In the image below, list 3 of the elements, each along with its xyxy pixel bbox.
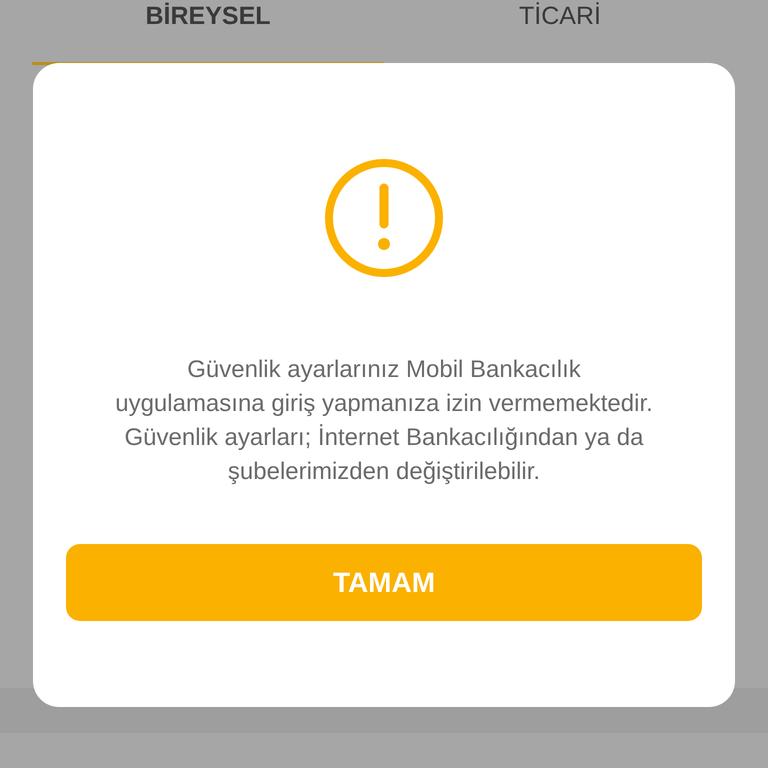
dialog-message: Güvenlik ayarlarınız Mobil Bankacılık uygulamasına giriş yapmanıza izin vermemektedir. Güvenlik ayarları; İnternet Bankacılığından ya da şubelerimizden değiştirilebilir. — [114, 355, 654, 487]
warning-icon — [324, 158, 444, 278]
tab[interactable]: TİCARİ — [384, 0, 736, 65]
